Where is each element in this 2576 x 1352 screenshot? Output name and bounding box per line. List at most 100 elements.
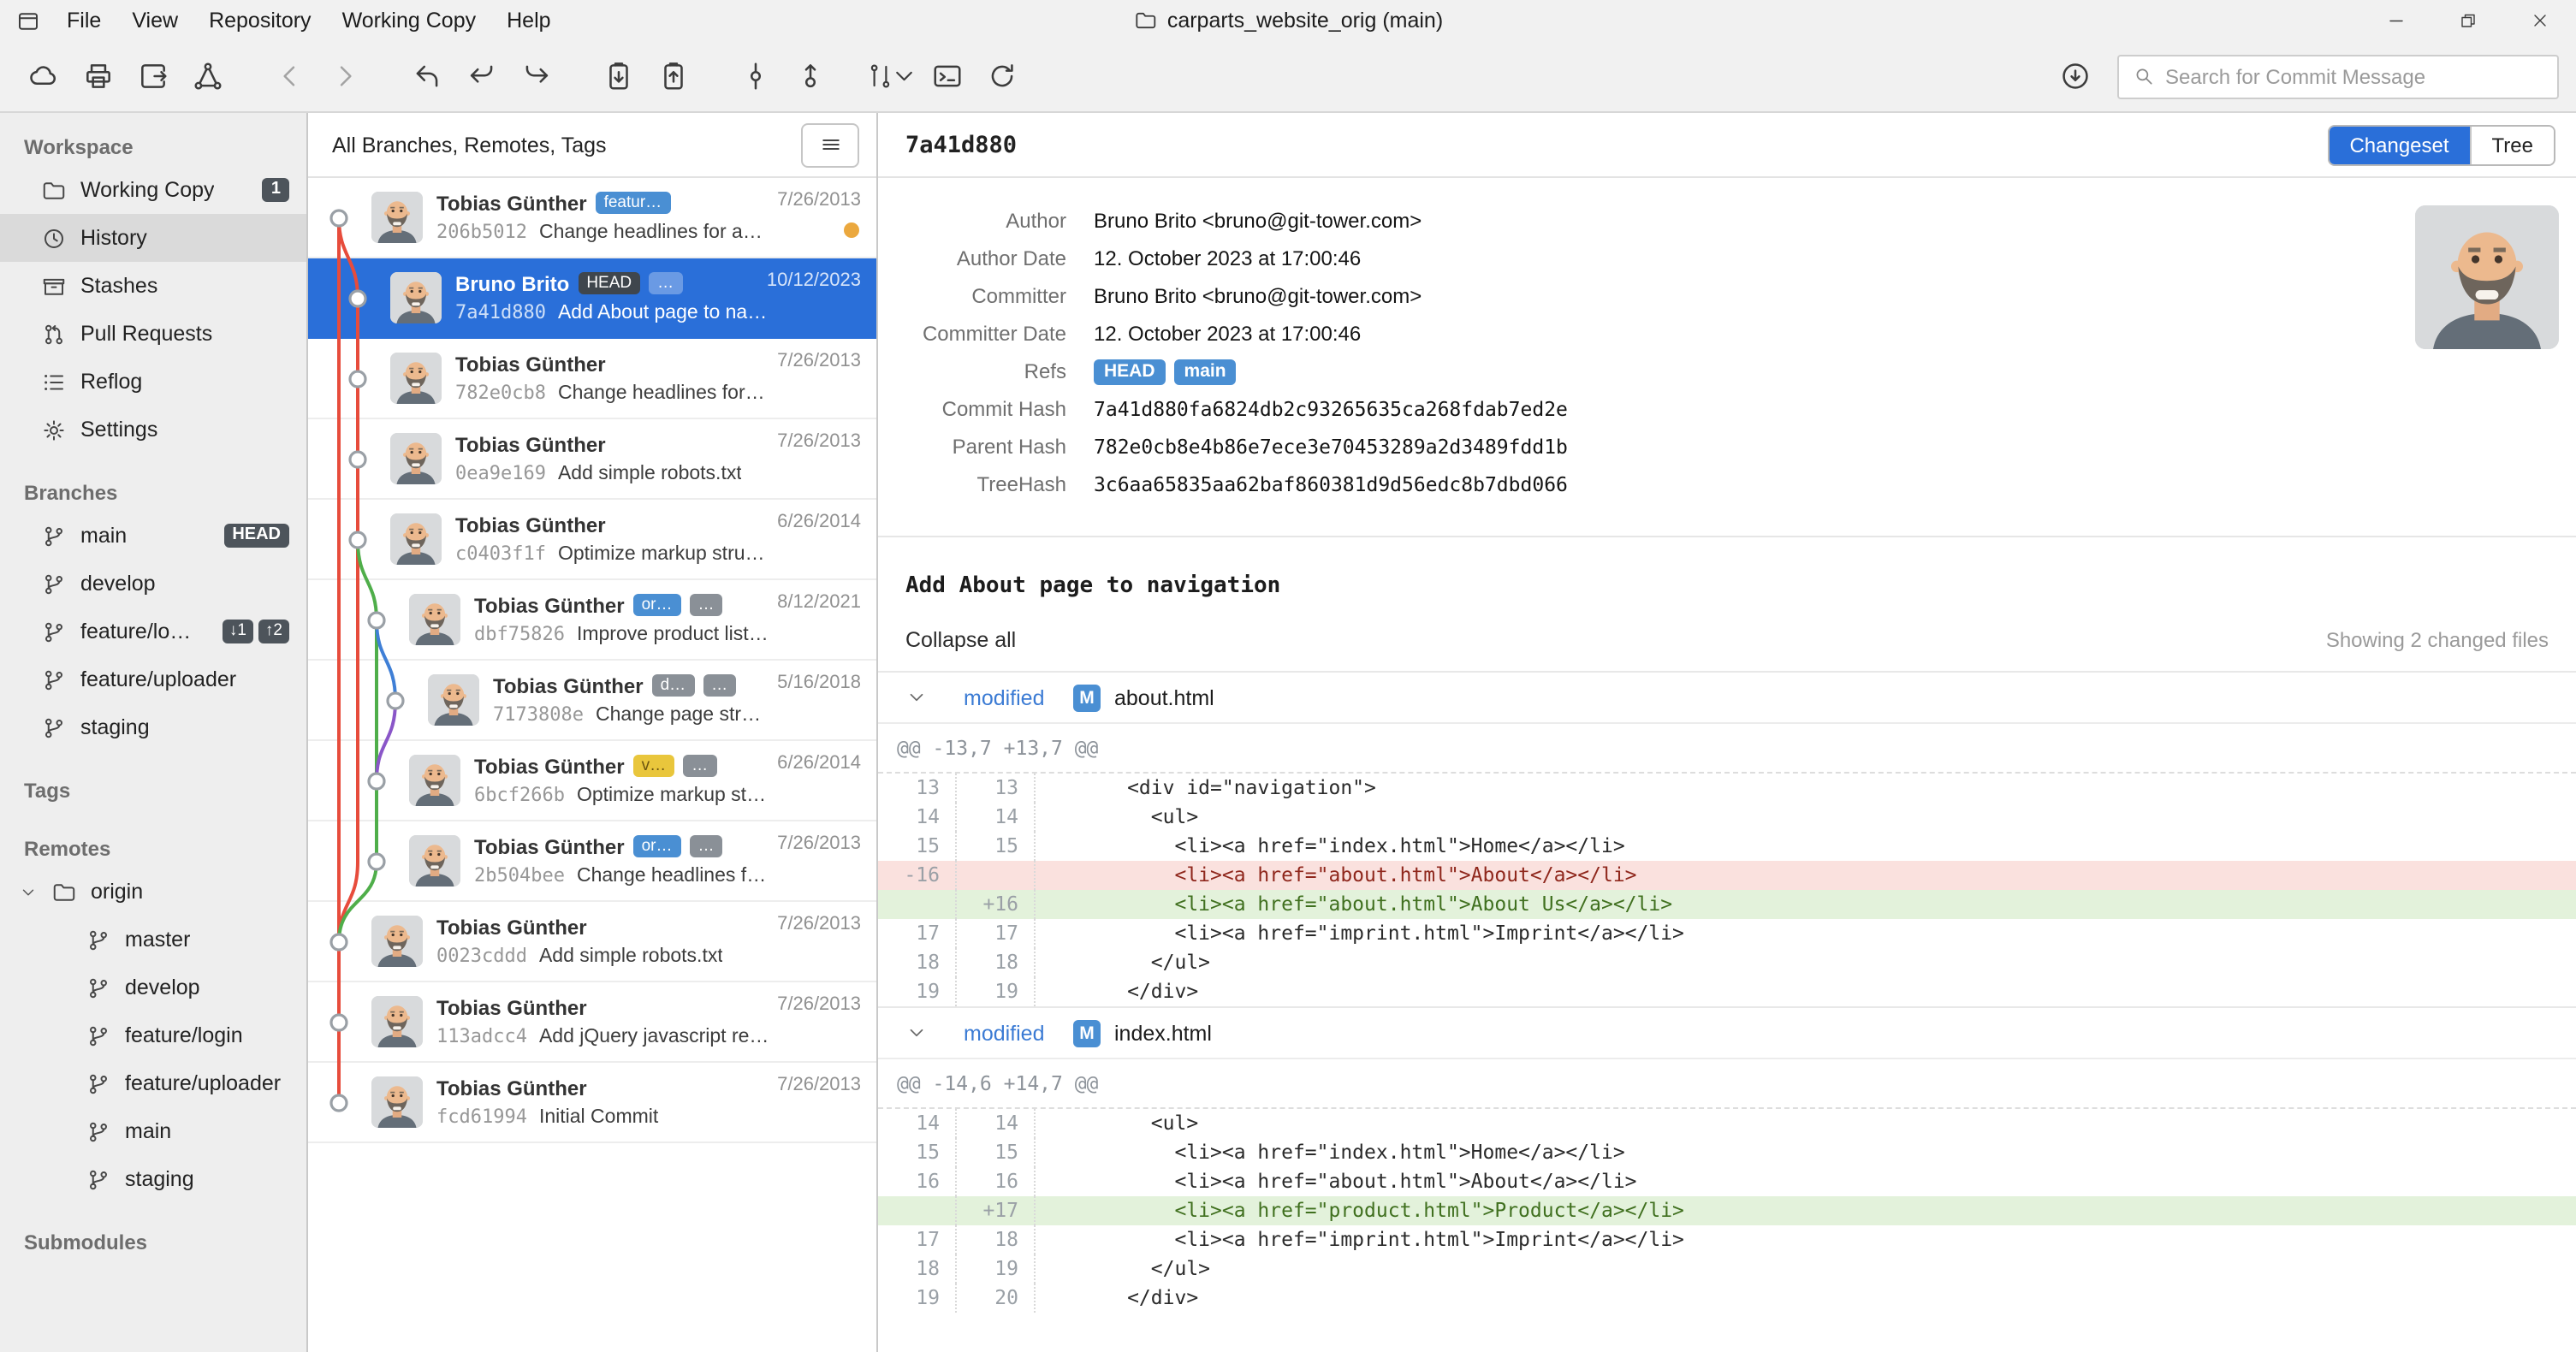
commit-row[interactable]: Tobias Günther featur… 206b5012 Change hea… — [308, 178, 876, 258]
app-icon — [15, 8, 41, 33]
menu-view[interactable]: View — [116, 0, 193, 41]
diff-line: 16 16 <li><a href="about.html">About</a><… — [878, 1167, 2576, 1196]
commit-up-icon — [793, 60, 826, 92]
sidebar-item-settings[interactable]: Settings — [0, 406, 306, 454]
sidebar-branch-develop[interactable]: develop — [0, 560, 306, 608]
refresh-button[interactable] — [976, 50, 1027, 102]
undo-button[interactable] — [401, 50, 452, 102]
menu-repository[interactable]: Repository — [193, 0, 327, 41]
cloud-button[interactable] — [17, 50, 68, 102]
print-button[interactable] — [72, 50, 123, 102]
commit-hash: 782e0cb8 — [455, 382, 546, 404]
diff-line: 17 18 <li><a href="imprint.html">Imprint<… — [878, 1225, 2576, 1254]
commit-button[interactable] — [729, 50, 781, 102]
commit-date: 7/26/2013 — [777, 351, 861, 371]
commit-row[interactable]: Tobias Günther 0023cddd Add simple robots… — [308, 902, 876, 982]
sidebar-branch-staging[interactable]: staging — [0, 703, 306, 751]
commit-author: Tobias Günther — [474, 754, 625, 778]
commit-row[interactable]: Tobias Günther or… … 2b504bee Change headli… — [308, 821, 876, 902]
sidebar-remote-branch-main[interactable]: main — [0, 1107, 306, 1155]
commit-date: 6/26/2014 — [777, 753, 861, 774]
diff-line: 19 20 </div> — [878, 1284, 2576, 1313]
tab-tree[interactable]: Tree — [2469, 126, 2554, 163]
diff-line: 14 14 <ul> — [878, 1109, 2576, 1138]
pull-button[interactable] — [455, 50, 507, 102]
sidebar: Workspace Working Copy 1 History Stashes… — [0, 113, 308, 1352]
commit-message: Add About page to navig… — [557, 302, 770, 323]
commit-row[interactable]: Tobias Günther or… … dbf75826 Improve produ… — [308, 580, 876, 661]
commit-row[interactable]: Tobias Günther 0ea9e169 Add simple robots… — [308, 419, 876, 500]
sidebar-remote-branch-staging[interactable]: staging — [0, 1155, 306, 1203]
avatar — [428, 674, 479, 726]
collapse-all-button[interactable]: Collapse all — [905, 628, 1016, 652]
branch-icon — [86, 1166, 111, 1192]
list-options-button[interactable] — [801, 122, 859, 167]
commit-author: Bruno Brito — [455, 271, 570, 295]
nav-back-button[interactable] — [264, 50, 315, 102]
minimize-button[interactable] — [2360, 0, 2432, 41]
open-repo-button[interactable] — [127, 50, 178, 102]
commit-row[interactable]: Tobias Günther 113adcc4 Add jQuery javasc… — [308, 982, 876, 1063]
sidebar-branch-feature-login[interactable]: feature/lo… ↓1 ↑2 — [0, 608, 306, 655]
network-button[interactable] — [181, 50, 233, 102]
field-label: TreeHash — [976, 472, 1067, 496]
sidebar-remote-branch-develop[interactable]: develop — [0, 964, 306, 1011]
ahead-behind-badges: ↓1 ↑2 — [222, 620, 289, 643]
push-button[interactable] — [510, 50, 561, 102]
sidebar-item-pull-requests[interactable]: Pull Requests — [0, 310, 306, 358]
tab-changeset[interactable]: Changeset — [2329, 126, 2470, 163]
menu-help[interactable]: Help — [491, 0, 566, 41]
sidebar-branch-main[interactable]: main HEAD — [0, 512, 306, 560]
commit-row[interactable]: Tobias Günther v… … 6bcf266b Optimize marku… — [308, 741, 876, 821]
commit-list-panel: All Branches, Remotes, Tags Tobias Günth… — [308, 113, 878, 1352]
stash-button[interactable] — [592, 50, 644, 102]
sidebar-remote-origin[interactable]: origin — [0, 868, 306, 916]
terminal-button[interactable] — [921, 50, 972, 102]
commit-date: 7/26/2013 — [777, 1075, 861, 1095]
cherry-pick-button[interactable] — [784, 50, 835, 102]
compare-button[interactable] — [866, 50, 917, 102]
archive-box-icon — [41, 273, 67, 299]
sidebar-branch-feature-uploader[interactable]: feature/uploader — [0, 655, 306, 703]
field-label: Refs — [1024, 359, 1066, 383]
sidebar-remote-branch-master[interactable]: master — [0, 916, 306, 964]
diff-line-added: +16 <li><a href="about.html">About Us</a… — [878, 890, 2576, 919]
sidebar-item-history[interactable]: History — [0, 214, 306, 262]
search-input[interactable] — [2165, 64, 2543, 88]
commit-date: 7/26/2013 — [777, 994, 861, 1015]
sidebar-item-reflog[interactable]: Reflog — [0, 358, 306, 406]
commit-message: Optimize markup structur… — [557, 543, 770, 564]
hunk-header: @@ -13,7 +13,7 @@ — [878, 724, 2576, 774]
minimize-icon — [2386, 10, 2407, 31]
sidebar-item-stashes[interactable]: Stashes — [0, 262, 306, 310]
sidebar-item-working-copy[interactable]: Working Copy 1 — [0, 166, 306, 214]
commit-row[interactable]: Tobias Günther c0403f1f Optimize markup s… — [308, 500, 876, 580]
updates-button[interactable] — [2049, 50, 2100, 102]
commit-row[interactable]: Tobias Günther 782e0cb8 Change headlines … — [308, 339, 876, 419]
tag-badge: v… — [632, 755, 675, 777]
menu-file[interactable]: File — [51, 0, 116, 41]
commit-row[interactable]: Tobias Günther fcd61994 Initial Commit 7/… — [308, 1063, 876, 1143]
commit-row[interactable]: Tobias Günther d… … 7173808e Change page st… — [308, 661, 876, 741]
commit-message: Add simple robots.txt — [557, 463, 742, 483]
menu-working-copy[interactable]: Working Copy — [327, 0, 492, 41]
restore-button[interactable] — [2432, 0, 2504, 41]
commit-message: Optimize markup stru… — [576, 785, 770, 805]
sidebar-remote-branch-feature-uploader[interactable]: feature/uploader — [0, 1059, 306, 1107]
branch-badge: d… — [651, 674, 695, 697]
commit-author: Tobias Günther — [455, 352, 606, 376]
sidebar-remote-branch-feature-login[interactable]: feature/login — [0, 1011, 306, 1059]
branch-icon — [41, 667, 67, 692]
diff-file-header[interactable]: modified M index.html — [878, 1008, 2576, 1059]
diff-line: 17 17 <li><a href="imprint.html">Imprint<… — [878, 919, 2576, 948]
apply-stash-button[interactable] — [647, 50, 698, 102]
commit-author: Tobias Günther — [436, 191, 587, 215]
open-box-icon — [136, 60, 169, 92]
diff-file-header[interactable]: modified M about.html — [878, 673, 2576, 724]
chevron-down-icon[interactable] — [19, 882, 38, 901]
commit-hash: 0023cddd — [436, 945, 527, 967]
branch-filter-label[interactable]: All Branches, Remotes, Tags — [332, 133, 607, 157]
close-button[interactable] — [2504, 0, 2576, 41]
nav-forward-button[interactable] — [318, 50, 370, 102]
commit-row-selected[interactable]: Bruno Brito HEAD … 7a41d880 Add About page … — [308, 258, 876, 339]
